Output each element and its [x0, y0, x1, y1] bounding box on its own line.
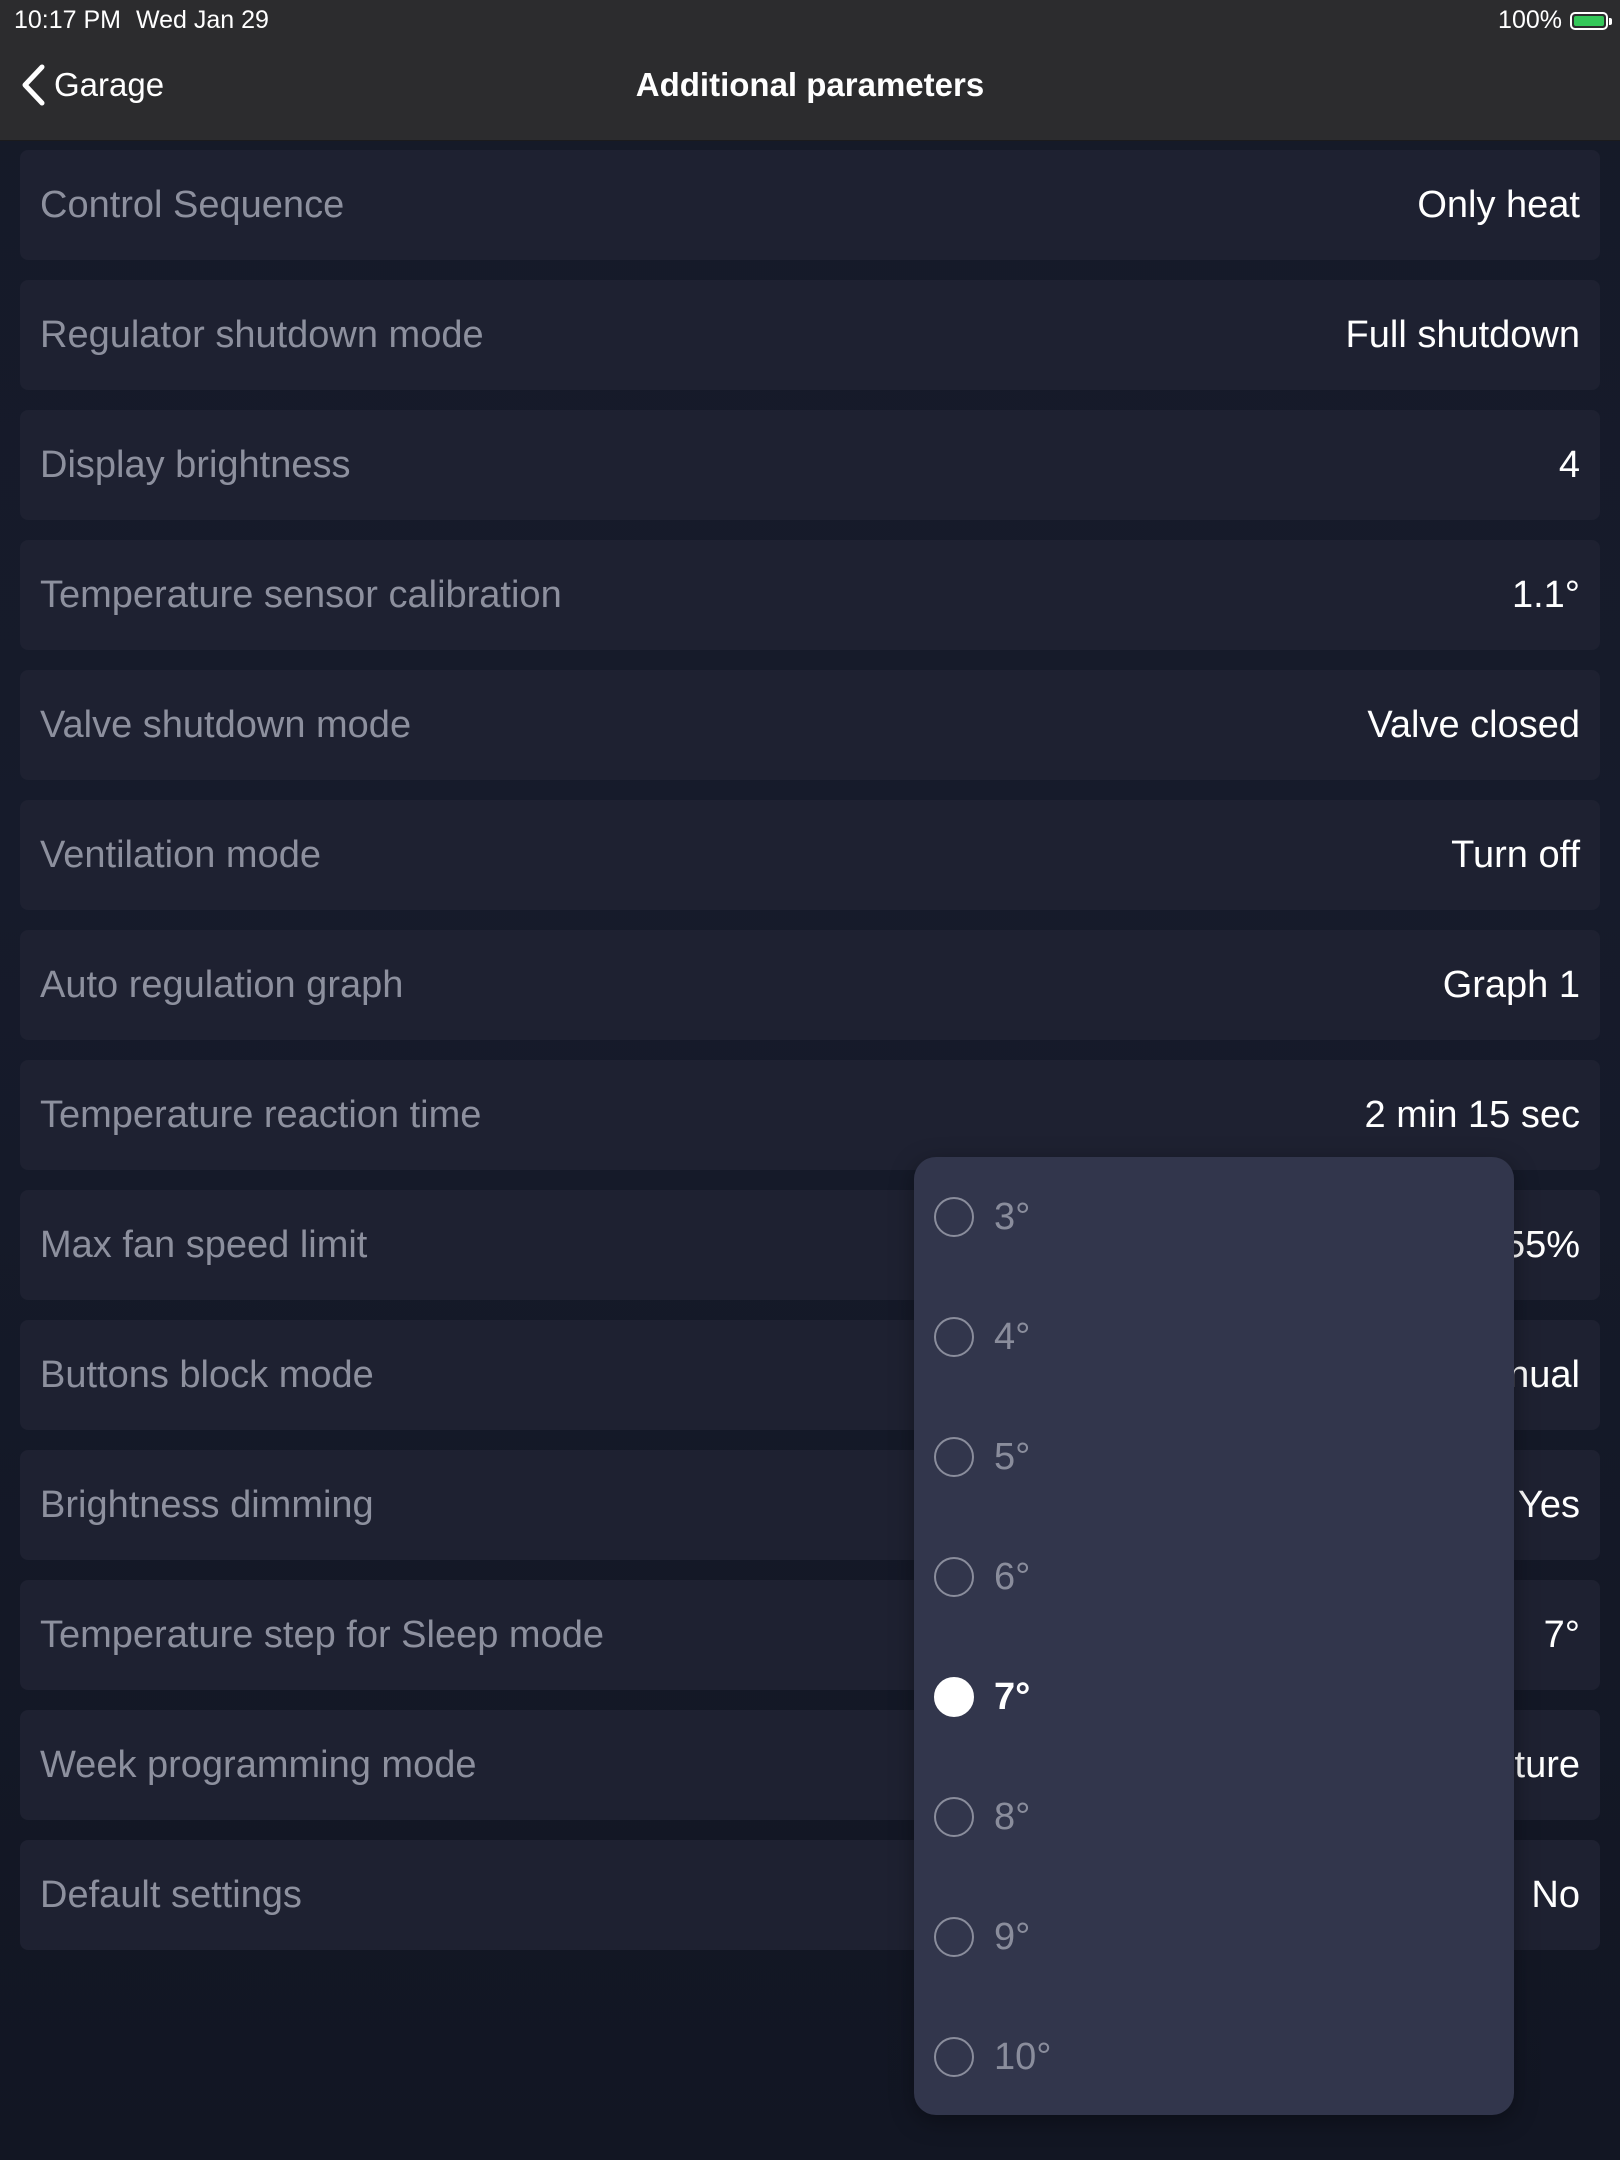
- parameter-value: 4: [1558, 444, 1580, 486]
- picker-option[interactable]: 3°: [914, 1157, 1514, 1277]
- parameter-label: Temperature reaction time: [40, 1094, 482, 1136]
- parameter-label: Auto regulation graph: [40, 964, 404, 1006]
- parameter-value: 7°: [1543, 1614, 1580, 1656]
- picker-option[interactable]: 5°: [914, 1397, 1514, 1517]
- parameter-row[interactable]: Temperature sensor calibration 1.1°: [20, 540, 1600, 650]
- battery-icon: [1570, 11, 1612, 30]
- picker-option[interactable]: 4°: [914, 1277, 1514, 1397]
- parameter-row[interactable]: Auto regulation graph Graph 1: [20, 930, 1600, 1040]
- status-bar: 10:17 PM Wed Jan 29 100%: [0, 0, 1620, 38]
- parameter-value: 2 min 15 sec: [1364, 1094, 1580, 1136]
- picker-option-label: 8°: [994, 1796, 1031, 1838]
- picker-option[interactable]: 6°: [914, 1517, 1514, 1637]
- picker-option[interactable]: 7°: [914, 1637, 1514, 1757]
- parameter-value: Full shutdown: [1345, 314, 1580, 356]
- picker-option-label: 5°: [994, 1436, 1031, 1478]
- battery-cap: [1609, 17, 1612, 25]
- picker-option-label: 9°: [994, 1916, 1031, 1958]
- parameter-label: Display brightness: [40, 444, 351, 486]
- parameter-row[interactable]: Display brightness 4: [20, 410, 1600, 520]
- parameter-value: Only heat: [1417, 184, 1580, 226]
- picker-option[interactable]: 8°: [914, 1757, 1514, 1877]
- picker-option-label: 7°: [994, 1676, 1031, 1718]
- parameter-label: Regulator shutdown mode: [40, 314, 484, 356]
- parameter-label: Ventilation mode: [40, 834, 321, 876]
- parameter-value: Valve closed: [1367, 704, 1580, 746]
- parameter-row[interactable]: Control Sequence Only heat: [20, 150, 1600, 260]
- parameter-label: Week programming mode: [40, 1744, 477, 1786]
- picker-option-label: 4°: [994, 1316, 1031, 1358]
- radio-unselected-icon: [934, 1557, 974, 1597]
- parameter-value: Yes: [1518, 1484, 1580, 1526]
- parameter-row[interactable]: Regulator shutdown mode Full shutdown: [20, 280, 1600, 390]
- picker-option-label: 6°: [994, 1556, 1031, 1598]
- parameter-label: Default settings: [40, 1874, 302, 1916]
- picker-option-label: 3°: [994, 1196, 1031, 1238]
- parameter-label: Temperature sensor calibration: [40, 574, 562, 616]
- radio-unselected-icon: [934, 1797, 974, 1837]
- battery-percent: 100%: [1498, 6, 1562, 34]
- radio-unselected-icon: [934, 1437, 974, 1477]
- parameter-label: Buttons block mode: [40, 1354, 374, 1396]
- page-title: Additional parameters: [635, 66, 985, 103]
- parameter-value: Turn off: [1451, 834, 1580, 876]
- radio-unselected-icon: [934, 1317, 974, 1357]
- parameter-value: No: [1531, 1874, 1580, 1916]
- parameter-label: Valve shutdown mode: [40, 704, 412, 746]
- parameter-row[interactable]: Temperature reaction time 2 min 15 sec: [20, 1060, 1600, 1170]
- radio-unselected-icon: [934, 1917, 974, 1957]
- picker-option[interactable]: 9°: [914, 1877, 1514, 1997]
- parameter-label: Max fan speed limit: [40, 1224, 368, 1266]
- radio-unselected-icon: [934, 2037, 974, 2077]
- parameter-value: ture: [1514, 1744, 1580, 1786]
- parameter-label: Control Sequence: [40, 184, 345, 226]
- parameter-value: 1.1°: [1511, 574, 1580, 616]
- parameter-row[interactable]: Ventilation mode Turn off: [20, 800, 1600, 910]
- parameter-label: Brightness dimming: [40, 1484, 374, 1526]
- status-date: Wed Jan 29: [136, 6, 269, 34]
- radio-unselected-icon: [934, 1197, 974, 1237]
- status-right: 100%: [1498, 6, 1612, 35]
- parameter-value: nual: [1508, 1354, 1580, 1396]
- picker-option-label: 10°: [994, 2036, 1052, 2078]
- parameter-value: Graph 1: [1442, 964, 1580, 1006]
- radio-selected-icon: [934, 1677, 974, 1717]
- parameter-label: Temperature step for Sleep mode: [40, 1614, 604, 1656]
- parameter-row[interactable]: Valve shutdown mode Valve closed: [20, 670, 1600, 780]
- battery-fill: [1574, 15, 1604, 26]
- navigation-bar: Garage Additional parameters: [0, 38, 1620, 141]
- parameter-value: 55%: [1503, 1224, 1580, 1266]
- status-time: 10:17 PM: [14, 6, 122, 34]
- picker-option[interactable]: 10°: [914, 1997, 1514, 2117]
- value-picker-popover: 3° 4° 5° 6° 7° 8° 9° 10°: [914, 1157, 1514, 2115]
